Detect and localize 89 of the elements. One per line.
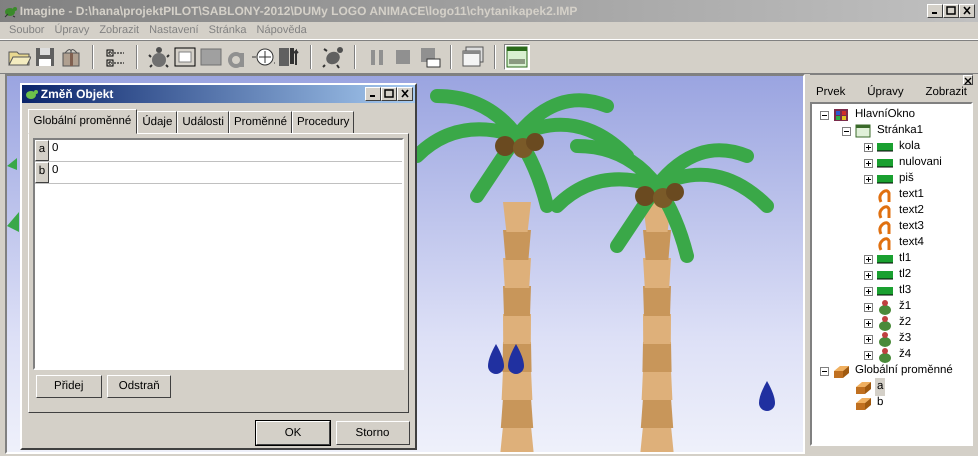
menu-item[interactable]: Prvek — [816, 84, 846, 102]
tree-item[interactable]: tl1 — [897, 250, 914, 268]
tab[interactable]: Události — [177, 110, 229, 134]
tree-item[interactable]: text1 — [897, 186, 926, 204]
expand-button[interactable] — [864, 142, 873, 152]
close-button[interactable] — [959, 4, 975, 18]
letter-icon — [877, 235, 893, 251]
drawer-icon — [855, 395, 871, 411]
ok-button[interactable]: OK — [256, 421, 330, 446]
expand-button[interactable] — [864, 270, 873, 280]
minimize-button[interactable] — [365, 87, 381, 101]
frame-icon — [173, 45, 197, 69]
plus-icon — [865, 256, 872, 263]
tree-item[interactable]: text3 — [897, 218, 926, 236]
close-icon — [964, 77, 972, 86]
minimize-button[interactable] — [927, 4, 943, 18]
window-icon — [833, 107, 849, 123]
tree-item[interactable]: ž2 — [897, 314, 914, 332]
tab[interactable]: Procedury — [292, 110, 354, 134]
tree-item[interactable]: text2 — [897, 202, 926, 220]
tree-item[interactable]: tl2 — [897, 266, 914, 284]
menu-item[interactable]: Zobrazit — [925, 84, 967, 102]
letter-icon — [877, 187, 893, 203]
expand-button[interactable] — [864, 334, 873, 344]
expand-button[interactable] — [864, 158, 873, 168]
letter-icon — [877, 203, 893, 219]
table-cell-text: 0 — [51, 162, 58, 178]
water-drop-icon — [508, 344, 524, 374]
add-button[interactable]: Přidej — [36, 375, 102, 398]
page-icon — [855, 123, 871, 139]
drawer-icon — [833, 363, 849, 379]
form-button[interactable] — [504, 44, 530, 70]
tree-item[interactable]: ž3 — [897, 330, 914, 348]
tree-item[interactable]: ž4 — [897, 346, 914, 364]
plus-icon — [865, 352, 872, 359]
drawer-icon — [855, 379, 871, 395]
tree-item[interactable]: HlavníOkno — [853, 106, 918, 124]
close-button[interactable] — [397, 87, 413, 101]
tree-item[interactable]: kola — [897, 138, 922, 156]
tree-item[interactable]: Stránka1 — [875, 122, 926, 140]
water-drop-icon — [759, 381, 775, 411]
expand-button[interactable] — [864, 286, 873, 296]
close-button[interactable] — [963, 75, 973, 85]
expand-button[interactable] — [864, 254, 873, 264]
expand-button[interactable] — [864, 318, 873, 328]
tab[interactable]: Globální proměnné — [28, 108, 138, 134]
collapse-button[interactable] — [842, 126, 851, 136]
plus-icon — [865, 336, 872, 343]
collapse-button[interactable] — [820, 366, 829, 376]
tree-item[interactable]: a — [875, 378, 886, 396]
maximize-button[interactable] — [943, 4, 959, 18]
tree-item[interactable]: piš — [897, 170, 916, 188]
windows-icon — [461, 45, 485, 69]
dialog-title: Změň Objekt — [40, 86, 114, 103]
tab[interactable]: Údaje — [137, 110, 178, 134]
close-icon — [400, 89, 410, 98]
tree-item[interactable]: Globální proměnné — [853, 362, 955, 380]
plus-icon — [865, 288, 872, 295]
letter-icon — [877, 219, 893, 235]
tree-item[interactable]: text4 — [897, 234, 926, 252]
maximize-icon — [384, 89, 394, 98]
maximize-button[interactable] — [381, 87, 397, 101]
plus-icon — [865, 144, 872, 151]
film-icon — [277, 45, 301, 69]
expand-button[interactable] — [864, 350, 873, 360]
tree-item[interactable]: tl3 — [897, 282, 914, 300]
form-icon — [505, 45, 529, 69]
tree-item[interactable]: ž1 — [897, 298, 914, 316]
plus-icon — [865, 272, 872, 279]
tab[interactable]: Proměnné — [228, 110, 292, 134]
water-drop-icon — [488, 344, 504, 374]
plus-icon — [865, 304, 872, 311]
table-cell-text: 0 — [51, 140, 58, 156]
tree-item[interactable]: nulovani — [897, 154, 944, 172]
tree-item[interactable]: b — [875, 394, 886, 412]
menu-item[interactable]: Úpravy — [867, 84, 904, 102]
plus-icon — [865, 160, 872, 167]
plus-icon — [865, 176, 872, 183]
expand-button[interactable] — [864, 174, 873, 184]
row-header: b — [35, 162, 49, 183]
cancel-button[interactable]: Storno — [336, 421, 410, 446]
maximize-icon — [946, 6, 956, 16]
expand-button[interactable] — [864, 302, 873, 312]
row-header: a — [35, 140, 49, 161]
plus-icon — [865, 320, 872, 327]
remove-button[interactable]: Odstraň — [107, 375, 172, 398]
close-icon — [962, 6, 972, 16]
collapse-button[interactable] — [820, 110, 829, 120]
window-title: Imagine - D:\hana\projektPILOT\SABLONY-2012\DUMy LOGO ANIMACE\logo11\chytanikapek2.IMP — [20, 3, 578, 20]
